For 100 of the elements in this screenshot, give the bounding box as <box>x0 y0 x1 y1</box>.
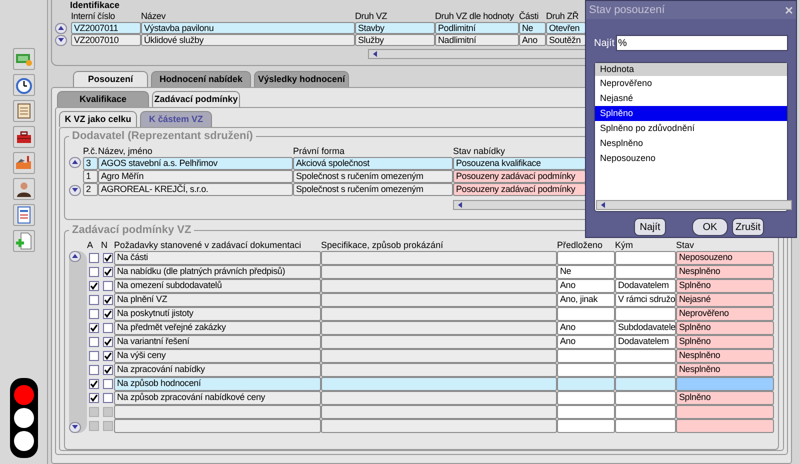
checkbox[interactable] <box>89 322 99 332</box>
group-title: Zadávací podmínky VZ <box>71 223 192 238</box>
table-cell: Dodavatelem <box>615 278 676 292</box>
column-header: Požadavky stanovené v zadávací dokumentaci <box>114 238 302 250</box>
table-cell: Ne <box>557 264 615 278</box>
table-cell <box>615 418 676 432</box>
table-cell: Na variantní řešení <box>114 334 321 348</box>
table-cell: Na omezení subdodavatelů <box>114 278 321 292</box>
tab[interactable]: Kvalifikace <box>57 91 149 107</box>
checkbox[interactable] <box>102 392 112 402</box>
search-label: Najít <box>594 36 616 50</box>
table-cell: Ano <box>519 34 546 46</box>
scroll-down-button[interactable] <box>69 422 81 432</box>
checkbox[interactable] <box>89 252 99 262</box>
table-cell <box>557 348 615 362</box>
dialog-title: Stav posouzení <box>589 2 665 18</box>
table-cell: Na poskytnutí jistoty <box>114 306 321 320</box>
table-cell: AGROREAL- KREJČÍ, s.r.o. <box>98 182 293 196</box>
horizontal-scrollbar[interactable] <box>596 200 792 210</box>
checkbox[interactable] <box>89 280 99 290</box>
list-item[interactable]: Nesplněno <box>595 136 787 151</box>
dialog-button[interactable]: OK <box>692 218 728 236</box>
scroll-left-icon[interactable] <box>371 50 379 58</box>
table-cell <box>557 418 615 432</box>
toolbox-icon[interactable] <box>12 126 34 148</box>
column-header: Části <box>519 11 540 22</box>
checkbox[interactable] <box>89 266 99 276</box>
list-item[interactable]: Splněno <box>595 106 787 121</box>
scroll-up-button[interactable] <box>55 22 67 34</box>
table-cell: Neprověřeno <box>676 306 774 320</box>
table-cell: Společnost s ručením omezeným <box>293 182 453 196</box>
checkbox[interactable] <box>89 336 99 346</box>
checkbox[interactable] <box>89 364 99 374</box>
dialog-button[interactable]: Zrušit <box>732 218 764 236</box>
checkbox[interactable] <box>102 294 112 304</box>
up-arrow-icon <box>58 26 64 30</box>
checkbox[interactable] <box>102 336 112 346</box>
checkbox[interactable] <box>102 378 112 388</box>
tab[interactable]: K VZ jako celku <box>59 111 137 127</box>
dialog-button[interactable]: Najít <box>634 218 666 236</box>
column-header: Hodnota <box>595 63 787 76</box>
table-cell: Neposouzeno <box>676 250 774 264</box>
horizontal-scrollbar[interactable] <box>368 49 588 59</box>
checkbox[interactable] <box>89 308 99 318</box>
notebook-icon[interactable] <box>12 100 34 122</box>
table-cell: Služby <box>355 34 435 46</box>
tab[interactable]: Hodnocení nabídek <box>151 71 251 87</box>
table-cell: Otevřen <box>546 22 586 34</box>
table-cell: Na části <box>114 250 321 264</box>
list-item[interactable]: Neprověřeno <box>595 76 787 91</box>
list-item[interactable]: Neposouzeno <box>595 151 787 166</box>
scroll-down-button[interactable] <box>55 34 67 46</box>
table-cell <box>557 376 615 390</box>
table-cell: Ano <box>557 320 615 334</box>
table-cell <box>557 390 615 404</box>
checkbox[interactable] <box>102 322 112 332</box>
checkbox[interactable] <box>102 308 112 318</box>
table-cell: Posouzeny zadávací podmínky <box>453 170 586 182</box>
checkbox[interactable] <box>102 350 112 360</box>
column-header: N <box>101 238 108 250</box>
list-item[interactable]: Nejasné <box>595 91 787 106</box>
table-cell: Ano <box>557 278 615 292</box>
table-cell: Nadlimitní <box>435 34 519 46</box>
table-cell: Ano <box>557 334 615 348</box>
checkbox[interactable] <box>89 378 99 388</box>
table-cell: Nesplněno <box>676 264 774 278</box>
column-header: Stav <box>676 238 696 250</box>
factory-icon[interactable] <box>12 152 34 174</box>
group-title: Dodavatel (Reprezentant sdružení) <box>71 129 254 144</box>
scroll-left-icon[interactable] <box>456 200 464 208</box>
up-arrow-icon <box>72 160 78 164</box>
scroll-down-button[interactable] <box>69 184 81 196</box>
search-field[interactable]: % <box>616 35 788 51</box>
checkbox[interactable] <box>102 364 112 374</box>
scroll-up-button[interactable] <box>69 250 81 262</box>
table-cell <box>615 390 676 404</box>
table-cell: Agro Měřín <box>98 170 293 182</box>
table-cell <box>615 376 676 390</box>
clock-icon[interactable] <box>12 74 34 96</box>
checkbox[interactable] <box>89 294 99 304</box>
checkbox[interactable] <box>102 252 112 262</box>
scroll-left-icon[interactable] <box>599 201 607 209</box>
scroll-up-button[interactable] <box>69 156 81 168</box>
tab[interactable]: Zadávací podmínky <box>152 91 240 107</box>
column-header: Druh ZŘ <box>546 11 580 22</box>
checkbox[interactable] <box>102 266 112 276</box>
table-cell: Ano, jinak <box>557 292 615 306</box>
tab[interactable]: Posouzení <box>73 71 148 87</box>
money-icon[interactable] <box>12 48 34 70</box>
person-icon[interactable] <box>12 178 34 200</box>
add-document-icon[interactable] <box>12 230 34 252</box>
tab[interactable]: Výsledky hodnocení <box>254 71 349 87</box>
table-cell: V rámci sdružo <box>615 292 676 306</box>
table-cell: Dodavatelem <box>615 334 676 348</box>
checkbox[interactable] <box>89 350 99 360</box>
checkbox[interactable] <box>102 280 112 290</box>
column-header: Stav nabídky <box>453 144 506 156</box>
list-item[interactable]: Splněno po zdůvodnění <box>595 121 787 136</box>
checkbox[interactable] <box>89 392 99 402</box>
document-icon[interactable] <box>12 204 34 226</box>
